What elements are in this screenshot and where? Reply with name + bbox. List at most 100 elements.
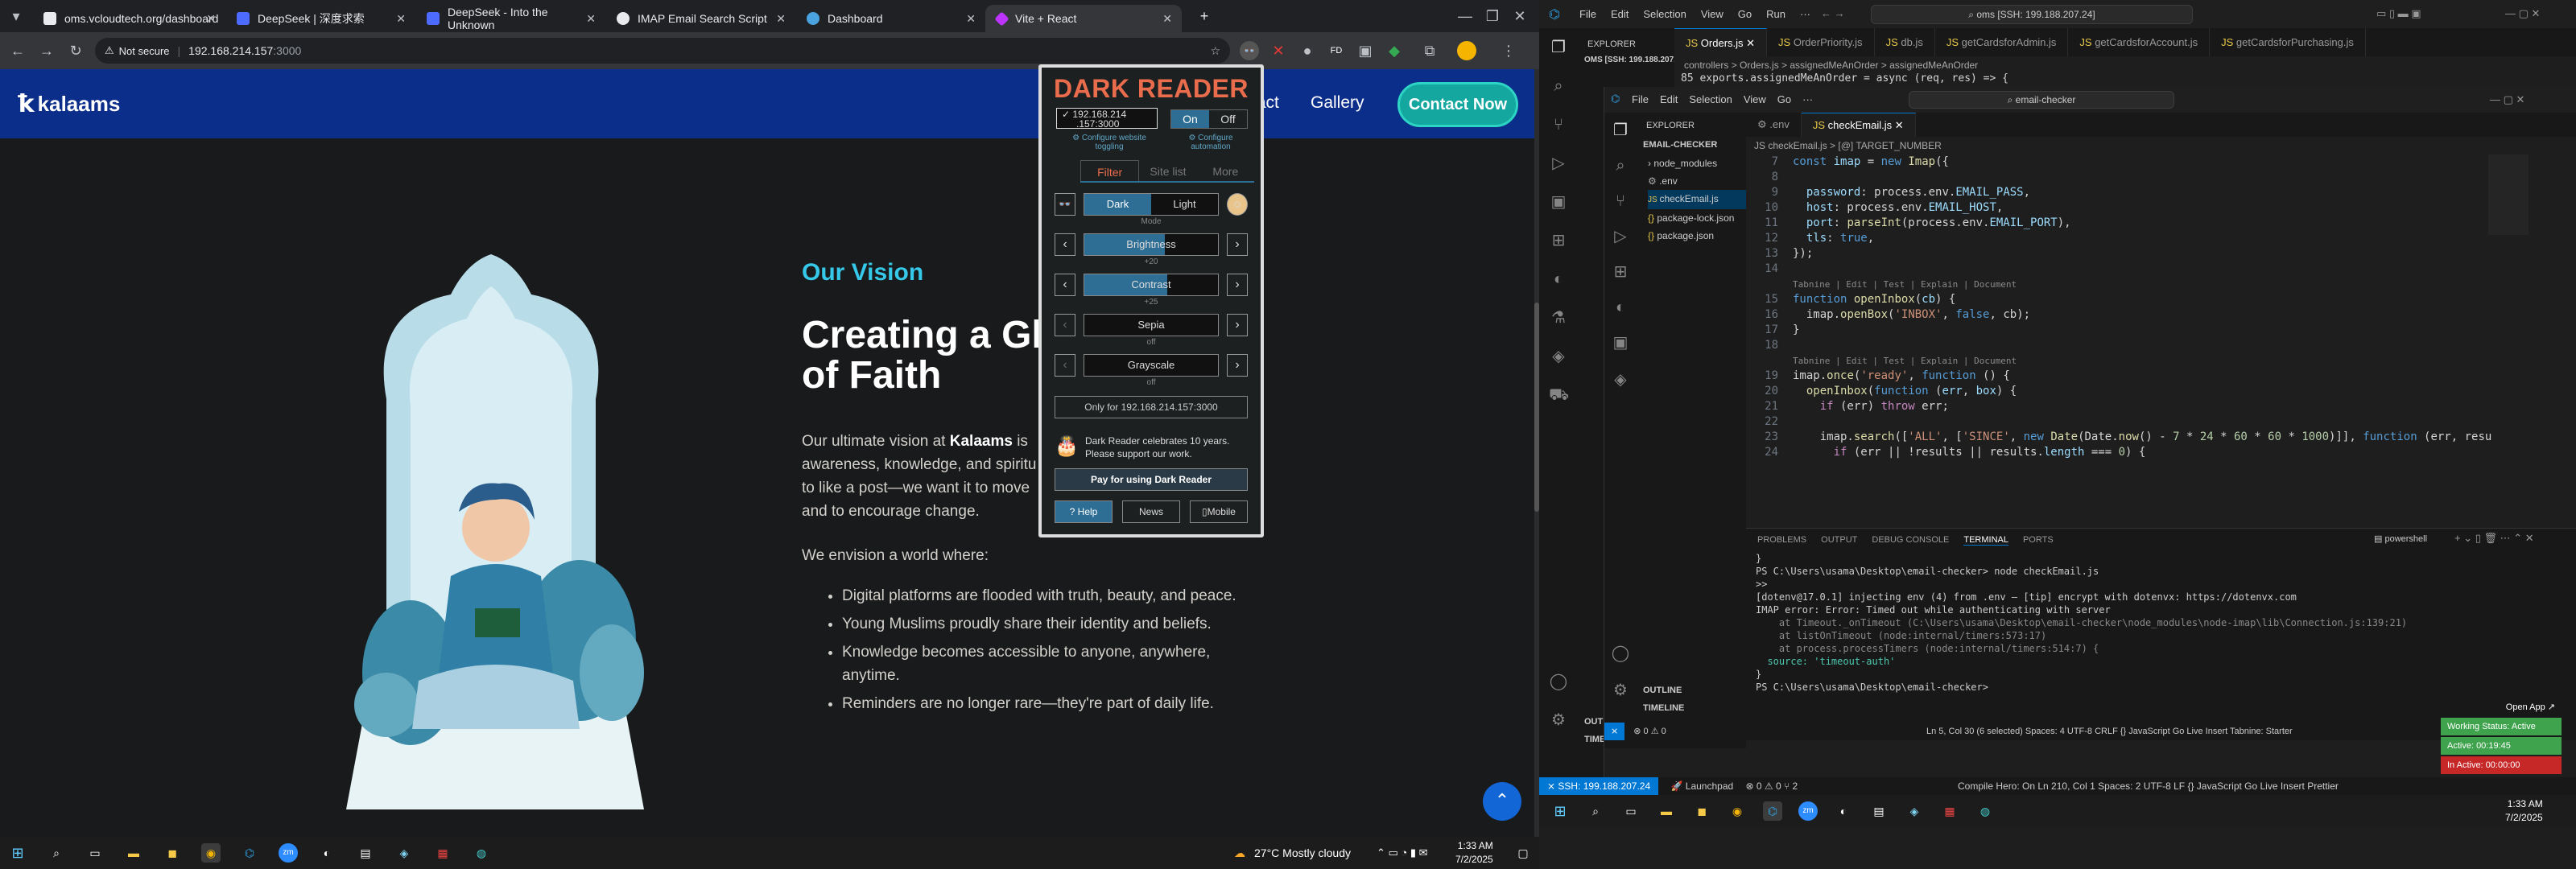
task-view-icon[interactable]: ▭ [1621,801,1641,821]
problems-count[interactable]: ⊗ 0 ⚠ 0 [1633,727,1666,736]
weather-text[interactable]: 27°C Mostly cloudy [1254,846,1351,859]
pay-button[interactable]: Pay for using Dark Reader [1055,468,1248,491]
app-round-icon[interactable]: ◍ [1975,801,1995,821]
app-grid-icon[interactable]: ▦ [1940,801,1959,821]
tab-filter[interactable]: Filter [1080,160,1140,181]
terminal-output[interactable]: } PS C:\Users\usama\Desktop\email-checker… [1746,552,2471,694]
contrast-slider[interactable]: ‹ Contrast › +25 [1055,274,1248,307]
tab-db-js[interactable]: JS db.js [1875,28,1935,56]
address-bar[interactable]: ⚠ Not secure | 192.168.214.157 :3000 ☆ [95,38,1230,64]
problems-count[interactable]: ⊗ 0 ⚠ 0 ⑂ 2 [1746,780,1798,792]
run-debug-icon[interactable]: ▷ [1549,154,1568,173]
file-package-json[interactable]: {} package.json [1648,227,1746,245]
file-env[interactable]: ⚙ .env [1648,172,1746,190]
tabnine-icon[interactable]: ◐ [1549,270,1568,289]
menu-file[interactable]: File [1632,93,1649,105]
configure-site-toggling-link[interactable]: ⚙ Configure website toggling [1061,134,1158,151]
increase-icon[interactable]: › [1227,314,1248,336]
mode-toggle[interactable]: Dark Light [1084,193,1219,216]
menu-view[interactable]: View [1744,93,1766,105]
mobile-button[interactable]: ▯Mobile [1190,500,1248,523]
remote-icon[interactable]: ▣ [1611,333,1630,352]
vscode-icon[interactable]: ⌬ [240,843,259,863]
remote-indicator[interactable]: ⨯ [1604,723,1625,740]
brightness-slider[interactable]: ‹ Brightness › +20 [1055,233,1248,266]
news-button[interactable]: News [1122,500,1180,523]
close-icon[interactable]: ✕ [966,12,976,26]
status-items[interactable]: Ln 5, Col 30 (6 selected) Spaces: 4 UTF-… [1926,723,2293,740]
increase-icon[interactable]: › [1227,274,1248,296]
task-view-icon[interactable]: ▭ [85,843,105,863]
reload-icon[interactable]: ↻ [66,41,85,60]
off-button[interactable]: Off [1209,110,1247,128]
chrome-menu-icon[interactable]: ⋮ [1499,41,1518,60]
increase-icon[interactable]: › [1227,233,1248,256]
sepia-slider[interactable]: ‹ Sepia › off [1055,314,1248,347]
configure-automation-link[interactable]: ⚙ Configure automation [1172,134,1249,151]
window-controls[interactable]: — ▢ ✕ [2505,7,2540,20]
layout-icons[interactable]: ▭ ▯ ▬ ▣ [2376,7,2421,20]
mode-light-button[interactable]: Light [1151,194,1218,215]
site-toggle[interactable]: ✓ 192.168.214.157:3000 [1056,108,1158,129]
minimize-icon[interactable]: — [1455,6,1475,26]
panel-tab-ports[interactable]: PORTS [2023,535,2054,546]
tab-getcardsforpurchasing-js[interactable]: JS getCardsforPurchasing.js [2210,28,2366,56]
app-grid-icon[interactable]: ▦ [433,843,452,863]
source-control-icon[interactable]: ⑂ [1611,192,1630,211]
terminal-icon[interactable]: ▤ [356,843,375,863]
tab-dashboard[interactable]: Dashboard ✕ [795,5,985,32]
extension-fd-icon[interactable]: FD [1327,41,1346,60]
app-round-icon[interactable]: ◍ [472,843,491,863]
grayscale-slider[interactable]: ‹ Grayscale › off [1055,354,1248,387]
decrease-icon[interactable]: ‹ [1055,233,1075,256]
copilot-icon[interactable]: ◈ [1611,370,1630,389]
close-icon[interactable]: ✕ [586,12,596,26]
minimap[interactable] [2488,154,2529,235]
command-center[interactable]: ⌕ oms [SSH: 199.188.207.24] [1871,5,2193,24]
folder-node-modules[interactable]: › node_modules [1648,154,1746,172]
on-button[interactable]: On [1171,110,1209,128]
app-icon[interactable]: ◈ [394,843,414,863]
clock-icon[interactable]: ◐ [1834,801,1853,821]
bookmark-star-icon[interactable]: ☆ [1210,44,1220,58]
tab-deepseek[interactable]: DeepSeek | 深度求索 ✕ [225,5,415,32]
clock[interactable]: 1:33 AM 7/2/2025 [2505,797,2543,825]
terminal-shell-selector[interactable]: ▤ powershell [2374,533,2427,544]
panel-actions[interactable]: + ⌄ ▯ 🗑 ⋯ ⌃ ✕ [2454,532,2534,545]
open-app-button[interactable]: Open App ↗ [2441,698,2562,716]
menu-selection[interactable]: Selection [1643,8,1686,20]
menu-go[interactable]: Go [1738,8,1752,20]
tray-icons[interactable]: ⌃ ▭ ◔ ▮ ✉ [1377,846,1428,859]
restore-icon[interactable]: ❐ [1483,6,1502,26]
extension-green-icon[interactable]: ◆ [1385,41,1404,60]
file-explorer-icon[interactable]: ▬ [124,843,143,863]
store-icon[interactable]: ◼ [163,843,182,863]
clock[interactable]: 1:33 AM 7/2/2025 [1455,839,1493,867]
file-explorer-icon[interactable]: ▬ [1657,801,1676,821]
file-checkemail-js[interactable]: JS checkEmail.js [1648,190,1746,209]
tab-search-icon[interactable]: ▾ [6,6,26,26]
explorer-icon[interactable]: ❐ [1611,121,1630,140]
dark-reader-icon[interactable]: 👓 [1240,41,1259,60]
notification-icon[interactable]: ▢ [1513,843,1533,863]
panel-tab-terminal[interactable]: TERMINAL [1963,535,2008,546]
run-debug-icon[interactable]: ▷ [1611,227,1630,246]
account-icon[interactable]: ◯ [1611,644,1630,663]
copilot-icon[interactable]: ◈ [1549,347,1568,366]
profile-avatar[interactable] [1457,41,1476,60]
tab-more[interactable]: More [1197,160,1254,181]
tab-orderpriority-js[interactable]: JS OrderPriority.js [1767,28,1875,56]
menu-edit[interactable]: Edit [1611,8,1629,20]
extension-circle-icon[interactable]: ● [1298,41,1317,60]
menu-go[interactable]: Go [1777,93,1791,105]
tabnine-icon[interactable]: ◐ [1611,298,1630,317]
outer-breadcrumb[interactable]: controllers > Orders.js > assignedMeAnOr… [1684,60,1978,71]
contact-now-button[interactable]: Contact Now [1397,82,1518,127]
test-icon[interactable]: ⚗ [1549,308,1568,327]
zoom-icon[interactable]: zm [1798,801,1818,821]
panel-tab-debug-console[interactable]: DEBUG CONSOLE [1872,535,1949,546]
back-icon[interactable]: ← [8,41,27,60]
tab-env[interactable]: ⚙ .env [1746,113,1802,137]
panel-tab-output[interactable]: OUTPUT [1821,535,1857,546]
extensions-icon[interactable]: ⊞ [1611,262,1630,282]
